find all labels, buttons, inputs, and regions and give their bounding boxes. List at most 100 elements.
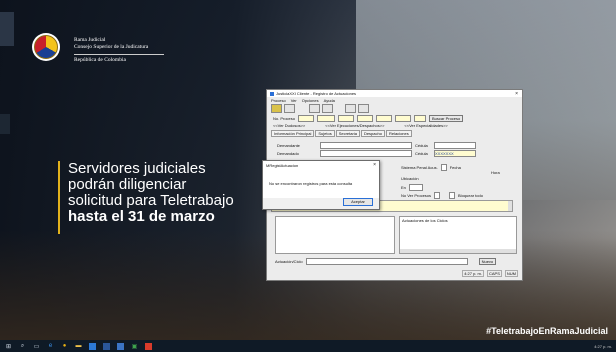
no-ver-procesos-checkbox[interactable] (434, 192, 441, 199)
headline-accent-bar (58, 161, 60, 234)
demandante-row: Demandante Cédula (277, 142, 476, 149)
proceso-field-4[interactable] (357, 115, 374, 122)
left-edge-strip-2 (0, 114, 10, 134)
coat-of-arms-icon (34, 35, 58, 59)
bloquear-todo-checkbox[interactable] (449, 192, 456, 199)
hora-label: Hora (491, 170, 500, 175)
no-ver-row: No Ver Procesos Bloquear todo (401, 192, 483, 199)
sistema-penal-label: Sistema Penal Acus. (401, 165, 438, 170)
coat-of-arms-logo (32, 33, 60, 61)
actuaciones-ciclos-label: Actuaciones de los Ciclos (402, 218, 448, 223)
grid-icon[interactable] (358, 103, 369, 113)
tab-informacion-principal[interactable]: Información Principal (271, 130, 315, 137)
cedula-field-1[interactable] (434, 142, 476, 149)
proceso-field-7[interactable] (414, 115, 427, 122)
app-taskbar-icon[interactable] (117, 342, 124, 350)
acrobat-icon[interactable] (145, 342, 152, 350)
tab-relaciones[interactable]: Relaciones (385, 130, 412, 137)
ver-dudosos-link[interactable]: <<Ver Dudosos>> (273, 123, 305, 128)
en-field[interactable] (408, 184, 423, 191)
proceso-row: No. Proceso Buscar Proceso (273, 115, 464, 122)
ubicacion-row: Ubicación (401, 176, 419, 181)
proceso-field-6[interactable] (395, 115, 412, 122)
menu-opciones[interactable]: Opciones (302, 98, 319, 103)
cedula-label-2: Cédula (415, 151, 428, 156)
hashtag: #TeletrabajoEnRamaJudicial (486, 326, 608, 336)
proceso-field-3[interactable] (338, 115, 355, 122)
bloquear-todo-label: Bloquear todo (458, 193, 483, 198)
task-view-icon[interactable]: ▭ (33, 343, 40, 350)
proceso-field-5[interactable] (376, 115, 393, 122)
search-icon[interactable]: ⌕ (19, 343, 26, 350)
demandante-label: Demandante (277, 143, 300, 148)
brand-country: República de Colombia (74, 57, 126, 64)
file-explorer-icon[interactable]: ▬ (75, 343, 82, 350)
menu-ayuda[interactable]: Ayuda (324, 98, 335, 103)
demandado-label: Demandado (277, 151, 299, 156)
status-time: 4:27 p. m. (462, 270, 484, 277)
status-bar: 4:27 p. m. CAPS NUM (462, 270, 518, 277)
buscar-proceso-button[interactable]: Buscar Proceso (429, 115, 464, 122)
status-num: NUM (504, 270, 518, 277)
headline-line-2: podrán diligenciar (68, 176, 187, 193)
en-label: En (401, 185, 406, 190)
window-title: JusticiaXXI Cliente - Registro de Actuac… (276, 91, 357, 96)
tab-strip: Información Principal Sujetos Secretaria… (271, 130, 412, 137)
tab-despacho[interactable]: Despacho (360, 130, 385, 137)
window-close-icon[interactable]: × (515, 91, 518, 97)
actuaciones-ciclos-panel[interactable]: Actuaciones de los Ciclos (399, 216, 517, 254)
tray-clock: 4:27 p. m. (594, 343, 612, 349)
message-dialog: MRegistActuacion × No se encontraron reg… (262, 160, 380, 210)
search-icon[interactable] (309, 103, 320, 113)
brand-line-1: Rama Judicial (74, 37, 106, 43)
chrome-icon[interactable]: ● (61, 343, 68, 350)
left-edge-strip (0, 12, 14, 46)
dialog-close-icon[interactable]: × (373, 162, 376, 168)
sistema-penal-row: Sistema Penal Acus. Fecha (401, 164, 461, 171)
proceso-field-2[interactable] (317, 115, 336, 122)
menu-proceso[interactable]: Proceso (271, 98, 286, 103)
headline-line-3: solicitud para Teletrabajo (68, 192, 234, 209)
word-icon[interactable] (103, 342, 110, 350)
dialog-title: MRegistActuacion (266, 163, 299, 168)
ver-ejecuciones-link[interactable]: <<Ver Ejecuciones/Despachos>> (325, 123, 384, 128)
actuacion-ciclo-field[interactable] (305, 258, 468, 265)
en-row: En (401, 184, 423, 191)
ver-especialidades-link[interactable]: <<Ver Especialidades>> (404, 123, 447, 128)
brand-divider (74, 54, 164, 55)
save-icon[interactable] (284, 103, 295, 113)
windows-start-icon[interactable]: ⊞ (5, 343, 12, 350)
headline-line-4: hasta el 31 de marzo (68, 208, 215, 225)
tab-sujetos[interactable]: Sujetos (315, 130, 335, 137)
demandante-field[interactable] (320, 142, 412, 149)
excel-icon[interactable]: ▣ (131, 343, 138, 350)
actuacion-ciclo-label: Actuación/Ciclo (275, 259, 303, 264)
outlook-icon[interactable] (89, 342, 96, 350)
dialog-message: No se encontraron registros para esta co… (269, 181, 353, 186)
cedula-field-2[interactable]: XXXXXXX (434, 150, 476, 157)
tab-secretaria[interactable]: Secretaria (335, 130, 360, 137)
ubicacion-label: Ubicación (401, 176, 419, 181)
proceso-field-1[interactable] (298, 115, 315, 122)
demandado-field[interactable] (320, 150, 412, 157)
edge-browser-icon[interactable]: e (47, 343, 54, 350)
refresh-icon[interactable] (322, 103, 333, 113)
nuevo-button[interactable]: Nuevo (478, 258, 497, 265)
actuaciones-list-left[interactable] (275, 216, 395, 254)
hora-row: Hora (491, 170, 500, 175)
taskbar: ⊞ ⌕ ▭ e ● ▬ ▣ 4:27 p. m. (0, 340, 616, 352)
open-folder-icon[interactable] (271, 103, 282, 113)
sistema-penal-checkbox[interactable] (440, 164, 447, 171)
print-icon[interactable] (345, 103, 356, 113)
demandado-row: Demandado Cédula XXXXXXX (277, 150, 476, 157)
menu-ver[interactable]: Ver (291, 98, 297, 103)
app-icon (270, 91, 274, 96)
no-ver-procesos-label: No Ver Procesos (401, 193, 432, 198)
actuacion-previa-scrollbar[interactable] (508, 201, 512, 211)
headline-line-1: Servidores judiciales (68, 160, 206, 177)
ciclos-hscrollbar[interactable] (400, 249, 516, 253)
dialog-ok-button[interactable]: Aceptar (343, 198, 373, 206)
brand-line-2: Consejo Superior de la Judicatura (74, 44, 149, 50)
no-proceso-label: No. Proceso (273, 116, 296, 121)
window-titlebar[interactable]: JusticiaXXI Cliente - Registro de Actuac… (267, 90, 522, 97)
